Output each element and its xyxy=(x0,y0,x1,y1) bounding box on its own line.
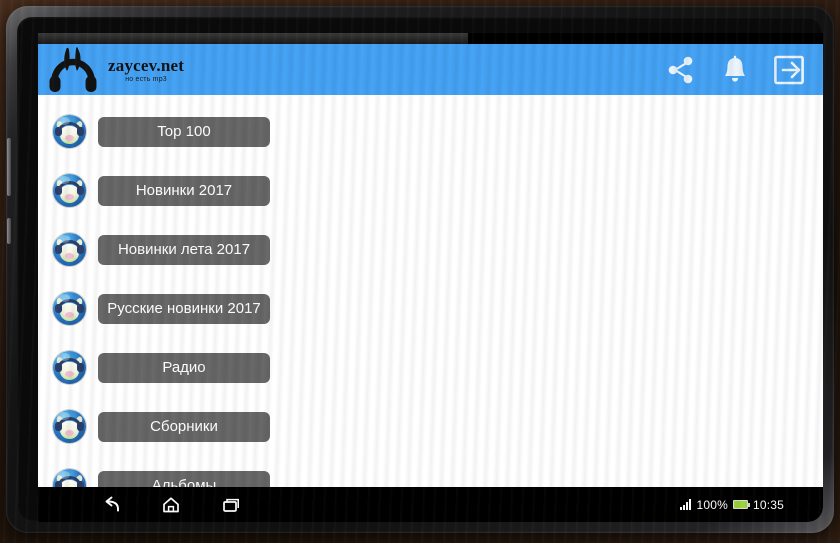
home-icon[interactable] xyxy=(160,494,182,516)
cow-headphones-avatar-icon xyxy=(53,233,86,266)
device-status-strip xyxy=(38,33,823,44)
battery-percent-label: 100% xyxy=(696,497,728,512)
brand-name: zaycev.net xyxy=(108,55,185,75)
menu-button-radio[interactable]: Радио xyxy=(98,352,270,383)
status-indicators: 100% 10:35 xyxy=(680,498,784,512)
menu-button-sborniki[interactable]: Сборники xyxy=(98,411,270,442)
list-item[interactable]: Новинки 2017 xyxy=(38,161,823,220)
brand-tagline: но есть mp3 xyxy=(125,75,167,83)
brand-text: zaycev.net но есть mp3 xyxy=(108,57,184,83)
battery-full-icon xyxy=(732,500,750,509)
recents-icon[interactable] xyxy=(220,494,242,516)
android-navigation-bar: 100% 10:35 xyxy=(38,487,823,522)
status-strip-sheen xyxy=(38,33,468,44)
header-actions xyxy=(664,53,806,87)
signal-bars-icon xyxy=(680,499,692,510)
tablet-device-frame: zaycev.net но есть mp3 Top 100 Новинки 2… xyxy=(6,6,834,533)
list-item[interactable]: Сборники xyxy=(38,397,823,456)
cow-headphones-avatar-icon xyxy=(53,292,86,325)
brand-block[interactable]: zaycev.net но есть mp3 xyxy=(46,46,184,94)
device-screen: zaycev.net но есть mp3 Top 100 Новинки 2… xyxy=(38,33,823,522)
cow-headphones-avatar-icon xyxy=(53,351,86,384)
clock-label: 10:35 xyxy=(752,497,784,512)
desk-backdrop: zaycev.net но есть mp3 Top 100 Новинки 2… xyxy=(0,0,840,543)
cow-headphones-avatar-icon xyxy=(53,115,86,148)
app-header: zaycev.net но есть mp3 xyxy=(38,44,823,95)
menu-button-russkie-novinki-2017[interactable]: Русские новинки 2017 xyxy=(98,293,270,324)
share-icon[interactable] xyxy=(664,53,698,87)
cow-headphones-avatar-icon xyxy=(53,410,86,443)
exit-icon[interactable] xyxy=(772,53,806,87)
list-item[interactable]: Русские новинки 2017 xyxy=(38,279,823,338)
power-button[interactable] xyxy=(7,218,11,244)
tablet-bezel: zaycev.net но есть mp3 Top 100 Новинки 2… xyxy=(17,17,823,522)
menu-button-novinki-2017[interactable]: Новинки 2017 xyxy=(98,175,270,206)
list-item[interactable]: Радио xyxy=(38,338,823,397)
menu-list: Top 100 Новинки 2017 Новинки лета 2017 Р… xyxy=(38,95,823,502)
nav-buttons xyxy=(100,494,242,516)
bunny-headphones-logo-icon xyxy=(46,46,100,94)
back-icon[interactable] xyxy=(100,494,122,516)
cow-headphones-avatar-icon xyxy=(53,174,86,207)
list-item[interactable]: Новинки лета 2017 xyxy=(38,220,823,279)
volume-rocker-button[interactable] xyxy=(7,138,11,196)
list-item[interactable]: Top 100 xyxy=(38,102,823,161)
menu-button-novinki-leta-2017[interactable]: Новинки лета 2017 xyxy=(98,234,270,265)
menu-button-top-100[interactable]: Top 100 xyxy=(98,116,270,147)
bell-icon[interactable] xyxy=(718,53,752,87)
